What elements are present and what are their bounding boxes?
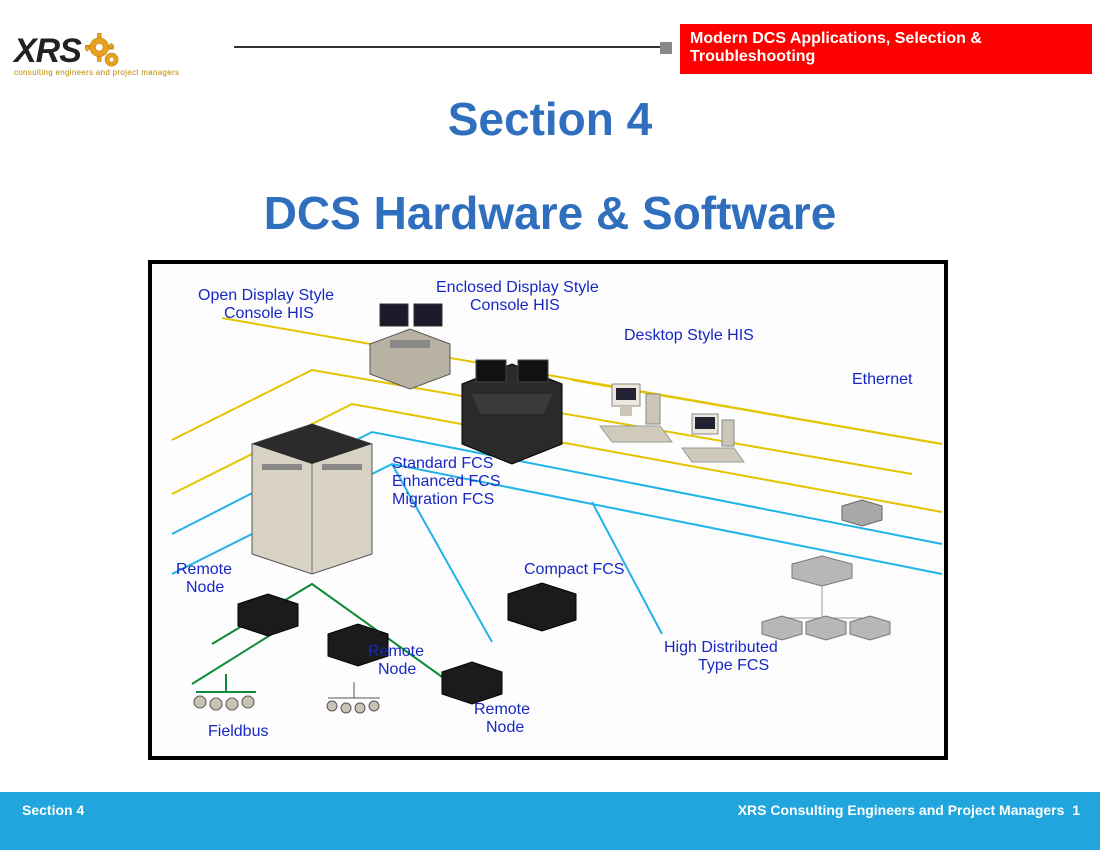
fieldbus-devices-icon bbox=[194, 674, 256, 710]
label-open-console: Open Display Style Console HIS bbox=[198, 287, 339, 322]
label-ethernet: Ethernet bbox=[852, 371, 913, 388]
section-number: Section 4 bbox=[0, 92, 1100, 146]
label-desktop-his: Desktop Style HIS bbox=[624, 327, 754, 344]
header-line bbox=[234, 46, 672, 48]
label-enclosed-console: Enclosed Display Style Console HIS bbox=[436, 279, 603, 314]
label-standard-fcs: Standard FCS Enhanced FCS Migration FCS bbox=[392, 455, 505, 508]
logo-text: XRS bbox=[14, 32, 81, 71]
desktop-pc-icon bbox=[682, 414, 744, 462]
footer-bar: Section 4 XRS Consulting Engineers and P… bbox=[0, 792, 1100, 850]
label-compact-fcs: Compact FCS bbox=[524, 561, 624, 578]
section-title: DCS Hardware & Software bbox=[0, 186, 1100, 240]
distributed-fcs-icon bbox=[762, 556, 890, 640]
fieldbus-devices-icon bbox=[327, 682, 380, 713]
footer-company: XRS Consulting Engineers and Project Man… bbox=[738, 802, 1080, 818]
label-fieldbus: Fieldbus bbox=[208, 723, 268, 740]
footer-section: Section 4 bbox=[22, 802, 84, 818]
page-number: 1 bbox=[1072, 802, 1080, 818]
gear-icon bbox=[85, 33, 123, 71]
header-accent-box bbox=[660, 42, 672, 54]
label-remote-node-1: Remote Node bbox=[176, 561, 236, 596]
enclosed-console-icon bbox=[462, 360, 562, 464]
header-banner: Modern DCS Applications, Selection & Tro… bbox=[680, 24, 1092, 74]
architecture-diagram: Open Display Style Console HIS Enclosed … bbox=[148, 260, 948, 760]
ethernet-node-icon bbox=[842, 500, 882, 526]
logo-tagline: consulting engineers and project manager… bbox=[14, 68, 179, 77]
cabinet-icon bbox=[252, 424, 372, 574]
remote-node-icon bbox=[442, 662, 502, 704]
logo: XRS bbox=[14, 32, 123, 71]
label-remote-node-3: Remote Node bbox=[474, 701, 534, 736]
desktop-pc-icon bbox=[600, 384, 672, 442]
remote-node-icon bbox=[238, 594, 298, 636]
compact-fcs-icon bbox=[508, 583, 576, 631]
label-high-dist-fcs: High Distributed Type FCS bbox=[664, 639, 782, 674]
open-console-icon bbox=[370, 304, 450, 389]
